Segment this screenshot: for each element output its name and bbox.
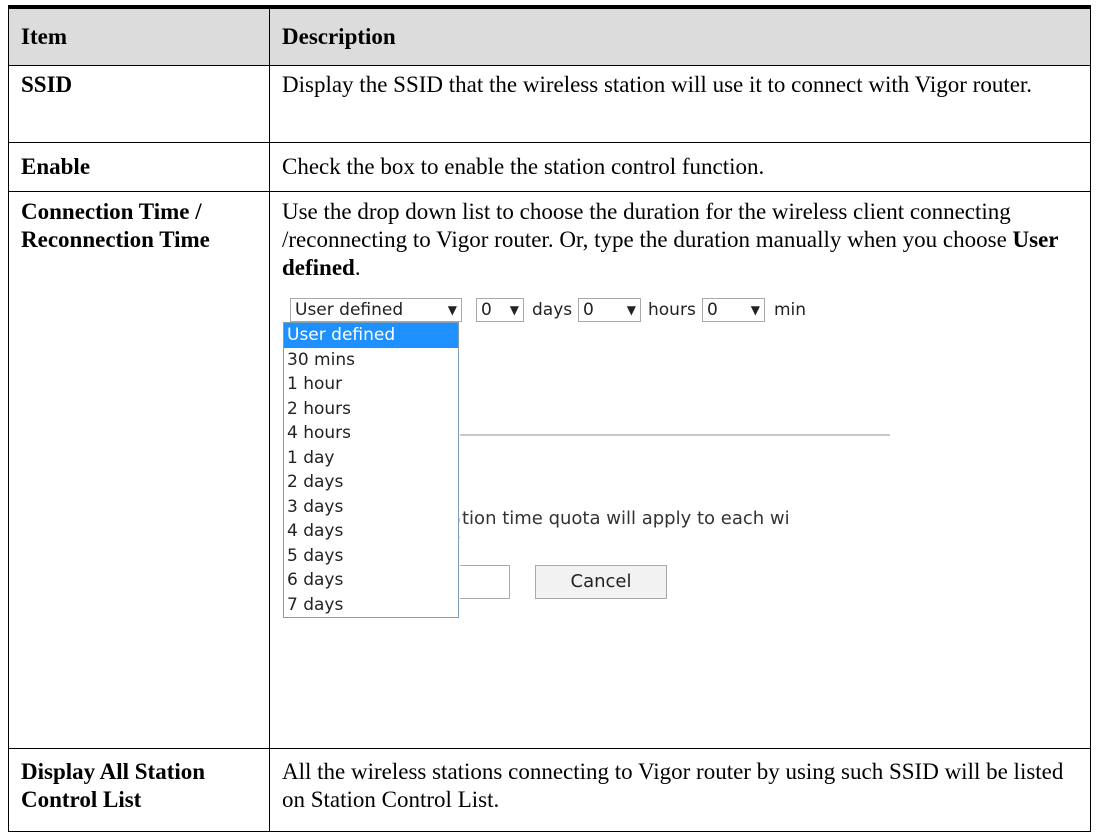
dropdown-option[interactable]: 1 hour [284,372,458,397]
min-label: min [774,300,807,320]
ok-button-partial[interactable] [460,565,510,599]
row-item-line: Display All Station [21,759,206,784]
dropdown-option[interactable]: 30 mins [284,348,458,373]
hours-label: hours [648,300,696,320]
header-item: Item [8,6,270,66]
row-item-line: Connection Time / [21,199,202,224]
row-item: Enable [8,142,270,192]
duration-dropdown-list[interactable]: User defined 30 mins 1 hour 2 hours 4 ho… [283,322,459,618]
table-row: Enable Check the box to enable the stati… [8,142,1091,192]
duration-select[interactable]: User defined ▼ [290,298,462,322]
dropdown-option[interactable]: 3 days [284,495,458,520]
dropdown-option[interactable]: User defined [284,323,458,348]
hours-select[interactable]: 0 ▼ [578,298,641,322]
table-row: SSID Display the SSID that the wireless … [8,65,1091,143]
dropdown-option[interactable]: 4 days [284,519,458,544]
hours-select-value: 0 [583,300,594,320]
description-text: Use the drop down list to choose the dur… [282,199,1013,252]
divider [460,434,890,436]
row-description: Display the SSID that the wireless stati… [269,65,1091,143]
row-description: Check the box to enable the station cont… [269,142,1091,192]
dropdown-option[interactable]: 6 days [284,568,458,593]
dropdown-option[interactable]: 4 hours [284,421,458,446]
dropdown-option[interactable]: 2 hours [284,397,458,422]
row-item-line: Control List [21,787,142,812]
table-row: Display All Station Control List All the… [8,748,1091,832]
min-select-value: 0 [707,300,718,320]
dropdown-option[interactable]: 2 days [284,470,458,495]
dropdown-option[interactable]: 1 day [284,446,458,471]
quota-note-text: tion time quota will apply to each wi [462,508,790,529]
days-label: days [532,300,573,320]
table-header-row: Item Description [8,6,1091,66]
row-item: Display All Station Control List [8,748,270,832]
row-item: SSID [8,65,270,143]
dropdown-option[interactable]: 5 days [284,544,458,569]
row-description: All the wireless stations connecting to … [269,748,1091,832]
chevron-down-icon: ▼ [447,303,457,317]
row-item: Connection Time / Reconnection Time [8,191,270,749]
row-description-text: Use the drop down list to choose the dur… [282,198,1078,282]
chevron-down-icon: ▼ [626,303,636,317]
days-select[interactable]: 0 ▼ [476,298,524,322]
dropdown-option[interactable]: 7 days [284,593,458,618]
cancel-button[interactable]: Cancel [535,565,667,599]
header-description: Description [269,6,1091,66]
days-select-value: 0 [481,300,492,320]
table-row: Connection Time / Reconnection Time Use … [8,191,1091,749]
duration-settings-screenshot: User defined ▼ 0 ▼ days 0 ▼ hours 0 ▼ mi… [282,298,942,660]
description-table: Item Description SSID Display the SSID t… [8,5,1091,832]
chevron-down-icon: ▼ [509,303,519,317]
chevron-down-icon: ▼ [750,303,760,317]
description-text: . [354,255,361,280]
row-description: Use the drop down list to choose the dur… [269,191,1091,749]
min-select[interactable]: 0 ▼ [702,298,765,322]
duration-select-value: User defined [295,300,404,320]
row-item-line: Reconnection Time [21,227,210,252]
